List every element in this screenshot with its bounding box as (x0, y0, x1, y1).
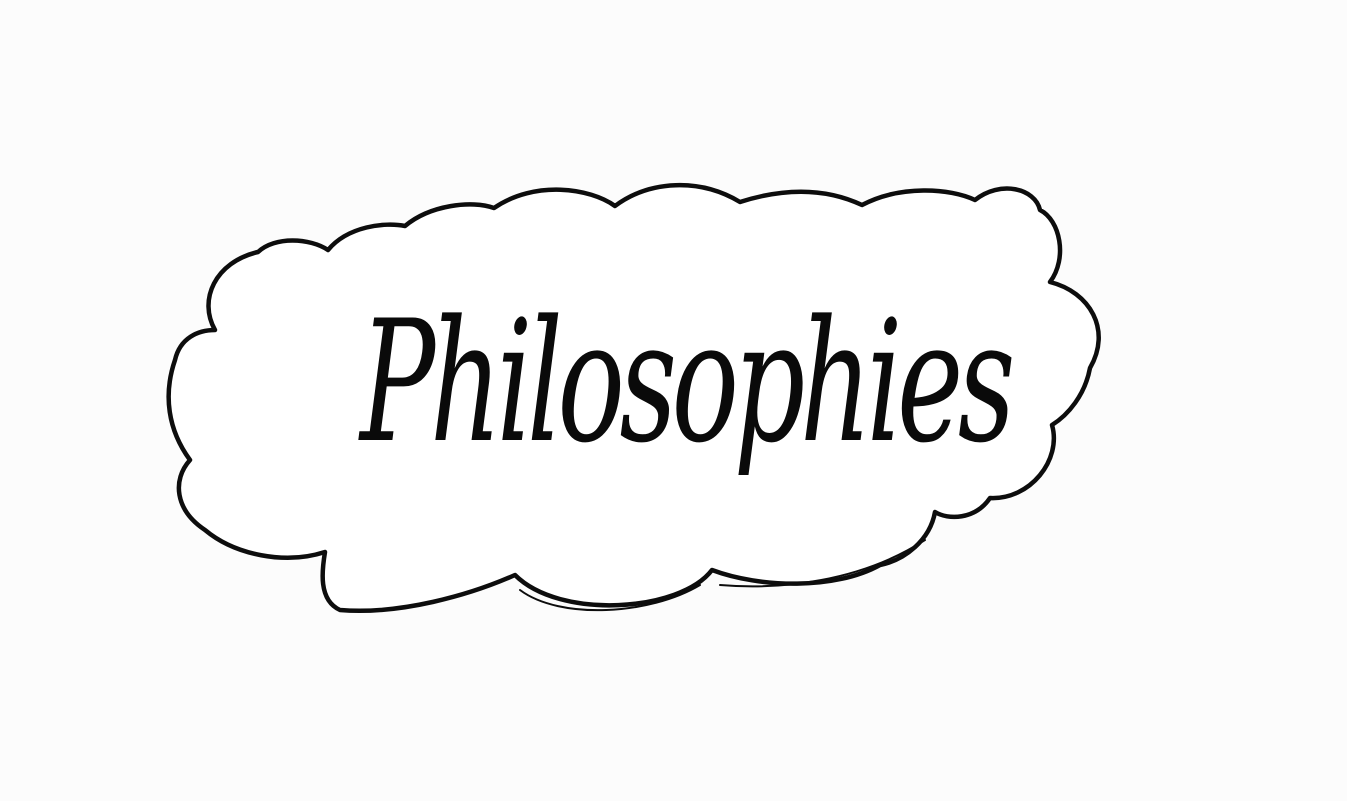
drawing-canvas: Philosophies (0, 0, 1347, 801)
cloud-word: Philosophies (358, 284, 1012, 480)
thought-cloud: Philosophies (166, 183, 1101, 613)
